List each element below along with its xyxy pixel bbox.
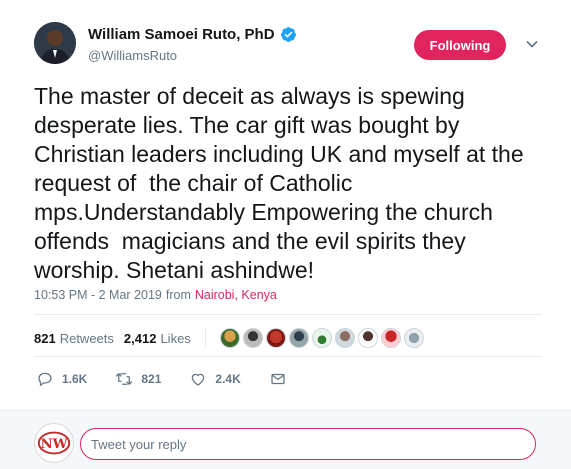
liker-avatar[interactable] [265, 328, 286, 348]
nw-logo-text: NW [40, 437, 68, 452]
tweet-metadata: 10:53 PM - 2 Mar 2019 from Nairobi, Keny… [34, 288, 277, 302]
likers-avatars [219, 328, 427, 348]
reply-placeholder: Tweet your reply [91, 436, 187, 452]
retweet-icon [116, 373, 133, 385]
direct-message-button[interactable] [269, 370, 295, 388]
liker-avatar[interactable] [219, 328, 240, 348]
retweets-label: Retweets [59, 330, 114, 346]
nw-logo-icon: NW [37, 431, 71, 455]
likes-stat[interactable]: 2,412 Likes [124, 331, 191, 346]
name-row: William Samoei Ruto, PhD [88, 26, 297, 43]
tweet-header: William Samoei Ruto, PhD @WilliamsRuto F… [0, 0, 571, 80]
liker-avatar[interactable] [311, 328, 332, 348]
reply-button[interactable]: 1.6K [36, 370, 87, 388]
reply-input[interactable]: Tweet your reply [80, 428, 536, 460]
divider [34, 314, 542, 315]
liker-avatar[interactable] [334, 328, 355, 348]
liker-avatar[interactable] [357, 328, 378, 348]
tweet-timestamp[interactable]: 10:53 PM - 2 Mar 2019 [34, 288, 162, 302]
heart-icon [192, 373, 205, 386]
tweet-actions: 1.6K 821 2.4K [36, 370, 323, 388]
tweet-text: The master of deceit as always is spewin… [34, 83, 531, 283]
retweet-button[interactable]: 821 [115, 370, 161, 388]
tweet-stats: 821 Retweets 2,412 Likes [34, 328, 427, 348]
retweets-count: 821 [34, 330, 56, 346]
from-label: from [165, 288, 191, 302]
tweet-location[interactable]: Nairobi, Kenya [195, 288, 277, 302]
verified-badge-icon [280, 27, 296, 42]
reply-icon [38, 372, 52, 386]
stats-separator [204, 328, 206, 348]
like-button[interactable]: 2.4K [189, 370, 241, 388]
retweet-count: 821 [141, 372, 162, 386]
liker-avatar[interactable] [242, 328, 263, 348]
user-avatar-icon [34, 22, 76, 64]
user-handle[interactable]: @WilliamsRuto [88, 48, 177, 63]
reply-bar: NW Tweet your reply [0, 410, 571, 469]
liker-avatar[interactable] [380, 328, 401, 348]
reply-count: 1.6K [62, 372, 88, 386]
retweets-stat[interactable]: 821 Retweets [34, 331, 114, 346]
liker-avatar[interactable] [288, 328, 309, 348]
following-button[interactable]: Following [414, 30, 506, 60]
chevron-down-icon[interactable] [524, 36, 540, 52]
user-avatar[interactable] [34, 22, 76, 64]
like-count: 2.4K [215, 372, 241, 386]
envelope-icon [271, 373, 285, 385]
display-name[interactable]: William Samoei Ruto, PhD [88, 26, 275, 43]
divider [34, 356, 542, 357]
likes-count: 2,412 [123, 330, 157, 346]
likes-label: Likes [160, 330, 191, 346]
liker-avatar[interactable] [403, 328, 424, 348]
reply-avatar: NW [34, 423, 74, 463]
